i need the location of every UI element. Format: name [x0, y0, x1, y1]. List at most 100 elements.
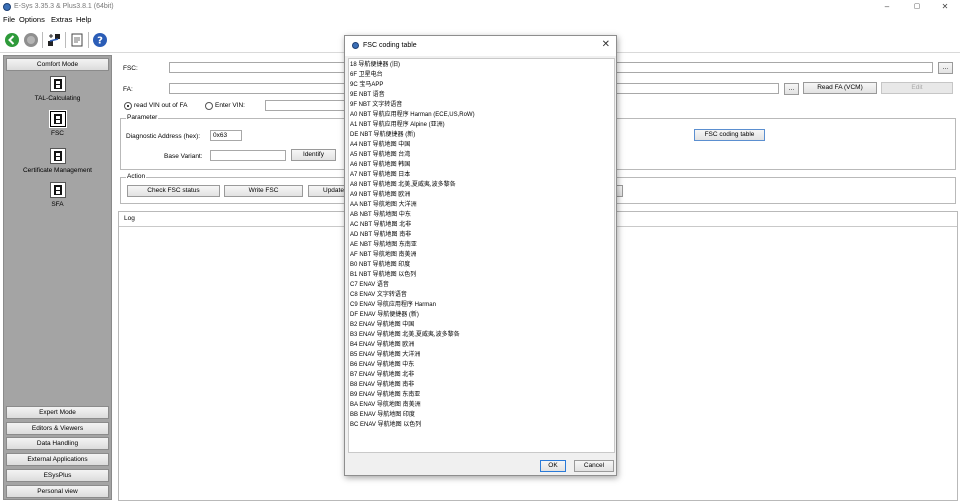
personal-view-button[interactable]: Personal view [6, 485, 109, 498]
nav-item-certificate-management[interactable]: Certificate Management [4, 148, 111, 174]
help-icon[interactable]: ? [91, 31, 109, 49]
connect-icon[interactable] [45, 31, 63, 49]
menu-help[interactable]: Help [76, 15, 91, 24]
list-item[interactable]: B5 ENAV 导航地图 大洋洲 [350, 350, 613, 360]
list-item[interactable]: A7 NBT 导航地图 日本 [350, 170, 613, 180]
diag-address-input[interactable]: 0x63 [210, 130, 242, 141]
list-item[interactable]: BC ENAV 导航地图 以色列 [350, 420, 613, 430]
write-fsc-button[interactable]: Write FSC [224, 185, 303, 197]
list-item[interactable]: A9 NBT 导航地图 欧洲 [350, 190, 613, 200]
dialog-close-icon[interactable]: ✕ [602, 39, 610, 50]
check-fsc-status-button[interactable]: Check FSC status [127, 185, 220, 197]
title-bar: E-Sys 3.35.3 & Plus3.8.1 (64bit) – ▢ ✕ [0, 0, 960, 14]
minimize-button[interactable]: – [872, 1, 902, 13]
list-item[interactable]: A0 NBT 导航应用程序 Harman (ECE,US,RoW) [350, 110, 613, 120]
nav-item-tal-calculating[interactable]: TAL-Calculating [4, 76, 111, 102]
parameter-title: Parameter [126, 114, 159, 121]
maximize-button[interactable]: ▢ [902, 1, 932, 13]
list-item[interactable]: B7 ENAV 导航地图 北非 [350, 370, 613, 380]
menu-file[interactable]: File [3, 15, 15, 24]
list-item[interactable]: AB NBT 导航地图 中东 [350, 210, 613, 220]
diag-address-label: Diagnostic Address (hex): [126, 133, 201, 140]
vin-input[interactable] [265, 100, 345, 111]
list-item[interactable]: AE NBT 导航地图 东南亚 [350, 240, 613, 250]
list-item[interactable]: B9 ENAV 导航地图 东南亚 [350, 390, 613, 400]
list-item[interactable]: C8 ENAV 文字转语音 [350, 290, 613, 300]
nav-label: TAL-Calculating [34, 95, 81, 102]
app-icon [3, 3, 11, 11]
list-item[interactable]: A4 NBT 导航地图 中国 [350, 140, 613, 150]
chip-icon [49, 148, 66, 164]
list-item[interactable]: A1 NBT 导航应用程序 Alpine (亚洲) [350, 120, 613, 130]
enter-vin-radio[interactable] [205, 102, 213, 110]
edit-button[interactable]: Edit [881, 82, 953, 94]
ok-button[interactable]: OK [540, 460, 566, 472]
esysplus-button[interactable]: ESysPlus [6, 469, 109, 482]
nav-item-sfa[interactable]: SFA [4, 182, 111, 208]
list-item[interactable]: A8 NBT 导航地图 北美,夏威夷,波多黎各 [350, 180, 613, 190]
list-item[interactable]: C7 ENAV 语音 [350, 280, 613, 290]
left-panel: Comfort Mode TAL-Calculating FSC Certifi… [3, 55, 112, 500]
fsc-coding-table-button[interactable]: FSC coding table [694, 129, 765, 141]
list-item[interactable]: DE NBT 导航便捷器 (新) [350, 130, 613, 140]
fsc-browse-button[interactable]: ... [938, 62, 953, 74]
list-item[interactable]: DF ENAV 导航便捷器 (新) [350, 310, 613, 320]
dialog-title-bar: FSC coding table ✕ [345, 36, 616, 56]
list-item[interactable]: A6 NBT 导航地图 韩国 [350, 160, 613, 170]
read-fa-button[interactable]: Read FA (VCM) [803, 82, 877, 94]
list-item[interactable]: B3 ENAV 导航地图 北美,夏威夷,波多黎各 [350, 330, 613, 340]
app-icon [352, 42, 359, 49]
identify-button[interactable]: Identify [291, 149, 336, 161]
list-item[interactable]: 9C 宝马APP [350, 80, 613, 90]
nav-label: FSC [51, 130, 64, 137]
external-applications-button[interactable]: External Applications [6, 453, 109, 466]
fa-browse-button[interactable]: ... [784, 83, 799, 95]
fsc-label: FSC: [123, 65, 138, 72]
editors-viewers-button[interactable]: Editors & Viewers [6, 422, 109, 435]
list-item[interactable]: AC NBT 导航地图 北非 [350, 220, 613, 230]
stop-icon[interactable] [22, 31, 40, 49]
list-item[interactable]: 9E NBT 语音 [350, 90, 613, 100]
list-item[interactable]: 6F 卫星电台 [350, 70, 613, 80]
list-item[interactable]: C9 ENAV 导航应用程序 Harman [350, 300, 613, 310]
window-title: E-Sys 3.35.3 & Plus3.8.1 (64bit) [14, 3, 114, 10]
document-icon[interactable] [68, 31, 86, 49]
list-item[interactable]: B0 NBT 导航地图 印度 [350, 260, 613, 270]
list-item[interactable]: B6 ENAV 导航地图 中东 [350, 360, 613, 370]
close-button[interactable]: ✕ [930, 1, 960, 13]
go-icon[interactable] [3, 31, 21, 49]
list-item[interactable]: B2 ENAV 导航地图 中国 [350, 320, 613, 330]
update-button[interactable]: Update [308, 185, 348, 197]
nav-label: Certificate Management [22, 167, 92, 174]
svg-text:?: ? [97, 36, 103, 47]
comfort-mode-button[interactable]: Comfort Mode [6, 58, 109, 71]
list-item[interactable]: B8 ENAV 导航地图 南非 [350, 380, 613, 390]
list-item[interactable]: AD NBT 导航地图 南非 [350, 230, 613, 240]
chip-icon [48, 110, 67, 128]
read-vin-label: read VIN out of FA [134, 102, 188, 109]
list-item[interactable]: BB ENAV 导航地图 印度 [350, 410, 613, 420]
list-item[interactable]: B1 NBT 导航地图 以色列 [350, 270, 613, 280]
list-item[interactable]: 9F NBT 文字转语音 [350, 100, 613, 110]
chip-icon [49, 182, 66, 198]
read-vin-radio[interactable] [124, 102, 132, 110]
base-variant-label: Base Variant: [164, 153, 203, 160]
list-item[interactable]: 18 导航便捷器 (旧) [350, 60, 613, 70]
base-variant-input[interactable] [210, 150, 286, 161]
list-item[interactable]: BA ENAV 导航地图 南美洲 [350, 400, 613, 410]
list-item[interactable]: AA NBT 导航地图 大洋洲 [350, 200, 613, 210]
fsc-code-list[interactable]: 18 导航便捷器 (旧) 6F 卫星电台 9C 宝马APP 9E NBT 语音 9F N… [348, 58, 615, 453]
fsc-coding-table-dialog: FSC coding table ✕ 18 导航便捷器 (旧) 6F 卫星电台 9C… [344, 35, 617, 476]
cancel-button[interactable]: Cancel [574, 460, 614, 472]
list-item[interactable]: A5 NBT 导航地图 台湾 [350, 150, 613, 160]
data-handling-button[interactable]: Data Handling [6, 437, 109, 450]
nav-item-fsc[interactable]: FSC [4, 110, 111, 137]
fa-label: FA: [123, 86, 133, 93]
list-item[interactable]: AF NBT 导航地图 南美洲 [350, 250, 613, 260]
enter-vin-label: Enter VIN: [215, 102, 245, 109]
menu-extras[interactable]: Extras [51, 15, 72, 24]
menu-options[interactable]: Options [19, 15, 45, 24]
expert-mode-button[interactable]: Expert Mode [6, 406, 109, 419]
list-item[interactable]: B4 ENAV 导航地图 欧洲 [350, 340, 613, 350]
chip-icon [49, 76, 66, 92]
